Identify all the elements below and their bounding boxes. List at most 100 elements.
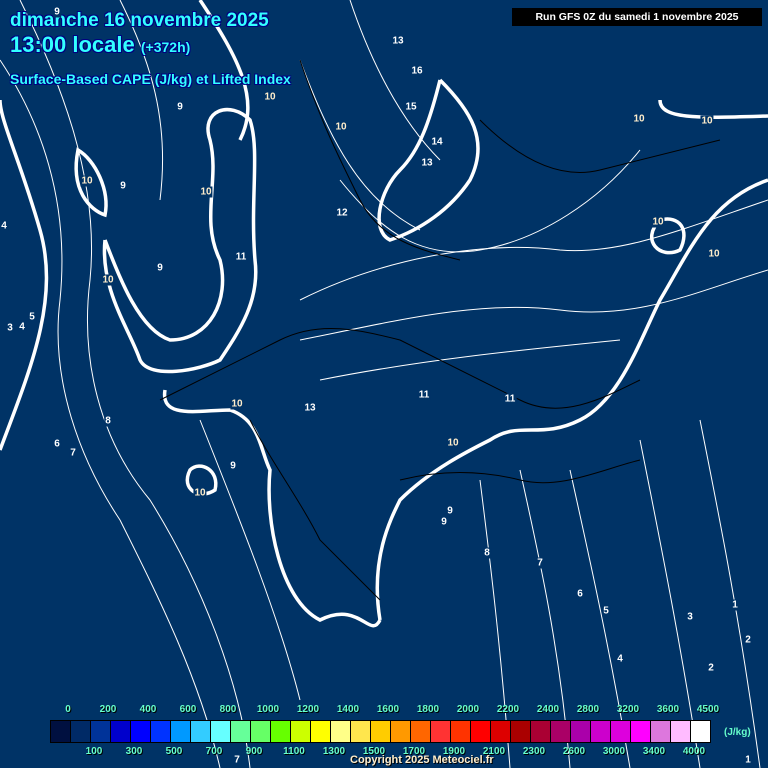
legend-swatch — [591, 721, 611, 742]
product-title: Surface-Based CAPE (J/kg) et Lifted Inde… — [10, 71, 291, 87]
contour-label: 10 — [101, 274, 115, 286]
legend-tick-bottom: 3000 — [602, 746, 626, 757]
cape-color-legend — [50, 720, 711, 743]
legend-swatch — [191, 721, 211, 742]
legend-tick-bottom: 2600 — [562, 746, 586, 757]
legend-tick-top: 1400 — [336, 704, 360, 715]
contour-label: 15 — [404, 101, 418, 113]
legend-swatch — [471, 721, 491, 742]
contour-label: 13 — [303, 402, 317, 414]
legend-tick-top: 1000 — [256, 704, 280, 715]
forecast-time-text: 13:00 locale — [10, 32, 135, 57]
legend-swatch — [651, 721, 671, 742]
contour-label: 5 — [28, 311, 36, 323]
legend-swatch — [51, 721, 71, 742]
legend-swatch — [211, 721, 231, 742]
legend-tick-top: 3200 — [616, 704, 640, 715]
legend-tick-top: 600 — [179, 704, 197, 715]
thick-contours-10 — [0, 0, 768, 628]
legend-swatch — [71, 721, 91, 742]
contour-label: 4 — [616, 653, 624, 665]
legend-swatch — [391, 721, 411, 742]
legend-tick-bottom: 1100 — [283, 746, 305, 757]
legend-tick-top: 3600 — [656, 704, 680, 715]
contour-label: 2 — [744, 634, 752, 646]
copyright: Copyright 2025 Meteociel.fr — [350, 754, 494, 766]
contour-label: 8 — [104, 415, 112, 427]
contour-label: 6 — [53, 438, 61, 450]
legend-swatch — [491, 721, 511, 742]
legend-swatch — [671, 721, 691, 742]
legend-tick-bottom: 300 — [125, 746, 143, 757]
run-info: Run GFS 0Z du samedi 1 novembre 2025 — [512, 8, 762, 26]
contour-label: 7 — [536, 557, 544, 569]
legend-tick-top: 2800 — [576, 704, 600, 715]
contour-label: 5 — [602, 605, 610, 617]
contour-label: 9 — [440, 516, 448, 528]
contour-label: 7 — [69, 447, 77, 459]
legend-swatch — [531, 721, 551, 742]
contour-label: 10 — [199, 186, 213, 198]
legend-swatch — [691, 721, 710, 742]
legend-tick-top: 2400 — [536, 704, 560, 715]
contour-label: 10 — [263, 91, 277, 103]
contour-label: 2 — [707, 662, 715, 674]
cape-map — [0, 0, 768, 768]
legend-swatch — [571, 721, 591, 742]
contour-label: 3 — [6, 322, 14, 334]
legend-tick-bottom: 900 — [245, 746, 263, 757]
contour-label: 4 — [0, 220, 8, 232]
legend-swatch — [251, 721, 271, 742]
contour-label: 9 — [53, 6, 61, 18]
forecast-time: 13:00 locale (+372h) — [10, 32, 190, 58]
contour-label: 6 — [576, 588, 584, 600]
legend-tick-top: 200 — [99, 704, 117, 715]
contour-label: 1 — [744, 754, 752, 766]
thin-contours — [0, 0, 768, 768]
contour-label: 9 — [229, 460, 237, 472]
legend-swatch — [351, 721, 371, 742]
legend-tick-top: 800 — [219, 704, 237, 715]
contour-label: 9 — [156, 262, 164, 274]
contour-label: 9 — [176, 101, 184, 113]
contour-label: 10 — [700, 115, 714, 127]
contour-label: 10 — [80, 175, 94, 187]
legend-tick-top: 1200 — [296, 704, 320, 715]
legend-swatch — [111, 721, 131, 742]
forecast-lead: (+372h) — [140, 39, 191, 55]
legend-tick-bottom: 2300 — [522, 746, 546, 757]
contour-label: 13 — [391, 35, 405, 47]
contour-label: 16 — [410, 65, 424, 77]
legend-tick-top: 2000 — [456, 704, 480, 715]
legend-swatch — [91, 721, 111, 742]
legend-swatch — [411, 721, 431, 742]
legend-tick-bottom: 1300 — [322, 746, 346, 757]
contour-label: 14 — [430, 136, 444, 148]
legend-tick-top: 1800 — [416, 704, 440, 715]
legend-tick-bottom: 100 — [85, 746, 103, 757]
contour-label: 12 — [335, 207, 349, 219]
legend-unit: (J/kg) — [724, 727, 751, 738]
legend-swatch — [511, 721, 531, 742]
contour-label: 10 — [446, 437, 460, 449]
contour-label: 7 — [233, 754, 241, 766]
legend-tick-bottom: 500 — [165, 746, 183, 757]
legend-swatch — [371, 721, 391, 742]
legend-swatch — [611, 721, 631, 742]
legend-swatch — [311, 721, 331, 742]
contour-label: 10 — [651, 216, 665, 228]
legend-swatch — [171, 721, 191, 742]
legend-tick-bottom: 3400 — [642, 746, 666, 757]
legend-tick-top: 1600 — [376, 704, 400, 715]
contour-label: 1 — [731, 599, 739, 611]
legend-tick-top: 400 — [139, 704, 157, 715]
forecast-date: dimanche 16 novembre 2025 — [10, 10, 269, 31]
legend-swatch — [331, 721, 351, 742]
legend-tick-bottom: 4000 — [682, 746, 706, 757]
legend-tick-bottom: 700 — [205, 746, 223, 757]
contour-label: 4 — [18, 321, 26, 333]
legend-swatch — [451, 721, 471, 742]
legend-swatch — [631, 721, 651, 742]
contour-label: 10 — [632, 113, 646, 125]
contour-label: 11 — [417, 389, 431, 401]
